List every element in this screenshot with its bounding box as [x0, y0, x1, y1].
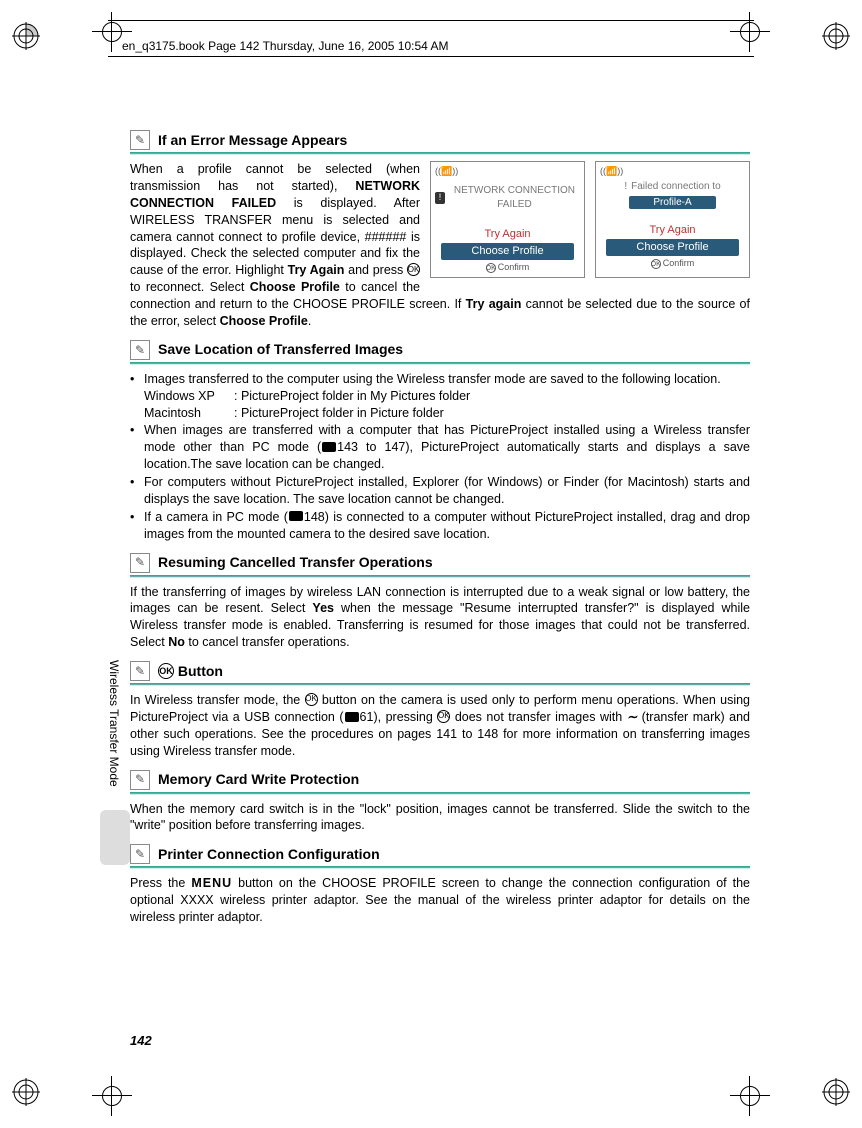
warning-icon: ! — [435, 192, 445, 204]
ok-icon: OK — [158, 663, 174, 679]
signal-icon: ((📶)) — [600, 165, 623, 177]
running-header: en_q3175.book Page 142 Thursday, June 16… — [122, 38, 448, 54]
note-icon: ✎ — [130, 553, 150, 573]
section-heading: ✎ Printer Connection Configuration — [130, 844, 750, 864]
lcd-choose-profile: Choose Profile — [606, 239, 739, 256]
section-heading: ✎ Memory Card Write Protection — [130, 770, 750, 790]
body-paragraph: In Wireless transfer mode, the OK button… — [130, 692, 750, 760]
registration-mark — [12, 1078, 40, 1106]
list-item: If a camera in PC mode (148) is connecte… — [130, 509, 750, 543]
registration-mark — [822, 1078, 850, 1106]
section-rule — [130, 362, 750, 365]
note-icon: ✎ — [130, 130, 150, 150]
crop-crosshair — [730, 1076, 770, 1116]
ok-icon: OK — [651, 259, 661, 269]
lcd-message: Failed connection to — [631, 180, 721, 194]
section-title: Resuming Cancelled Transfer Operations — [158, 553, 433, 572]
list-item: Images transferred to the computer using… — [130, 371, 750, 422]
bullet-list: Images transferred to the computer using… — [130, 371, 750, 543]
side-tab — [100, 810, 130, 865]
lcd-message: NETWORK CONNECTION FAILED — [449, 184, 580, 211]
list-item: When images are transferred with a compu… — [130, 422, 750, 473]
section-rule — [130, 152, 750, 155]
section-heading: ✎ Resuming Cancelled Transfer Operations — [130, 553, 750, 573]
header-rule — [108, 56, 754, 57]
crop-crosshair — [92, 1076, 132, 1116]
ok-icon: OK — [437, 710, 450, 723]
section-rule — [130, 792, 750, 795]
warning-icon: ! — [624, 180, 627, 194]
list-item: For computers without PictureProject ins… — [130, 474, 750, 508]
header-rule — [108, 20, 754, 21]
section-rule — [130, 866, 750, 869]
lcd-screenshots: ((📶)) ! NETWORK CONNECTION FAILED Try Aga… — [430, 161, 750, 278]
lcd-confirm: OKConfirm — [431, 261, 584, 276]
ok-icon: OK — [305, 693, 318, 706]
page-ref-icon — [289, 511, 303, 521]
lcd-screen-2: ((📶)) ! Failed connection to Profile-A Tr… — [595, 161, 750, 278]
section-title: Save Location of Transferred Images — [158, 340, 403, 359]
page-ref-icon — [322, 442, 336, 452]
section-title: Memory Card Write Protection — [158, 770, 359, 789]
transfer-mark-icon: ∼ — [627, 710, 637, 724]
section-rule — [130, 575, 750, 578]
body-paragraph: Press the MENU button on the CHOOSE PROF… — [130, 875, 750, 926]
lcd-try-again: Try Again — [431, 221, 584, 242]
menu-button-label: MENU — [191, 875, 232, 892]
ok-icon: OK — [486, 263, 496, 273]
lcd-choose-profile: Choose Profile — [441, 243, 574, 260]
lcd-confirm: OKConfirm — [596, 257, 749, 272]
signal-icon: ((📶)) — [435, 165, 458, 177]
side-tab-label: Wireless Transfer Mode — [106, 660, 122, 787]
crop-crosshair — [730, 12, 770, 52]
section-title: If an Error Message Appears — [158, 131, 347, 150]
lcd-screen-1: ((📶)) ! NETWORK CONNECTION FAILED Try Aga… — [430, 161, 585, 278]
ok-icon: OK — [407, 263, 420, 276]
section-title: Printer Connection Configuration — [158, 845, 380, 864]
registration-mark — [12, 22, 40, 50]
body-paragraph: If the transferring of images by wireles… — [130, 584, 750, 652]
section-heading: ✎ OK Button — [130, 661, 750, 681]
section-heading: ✎ If an Error Message Appears — [130, 130, 750, 150]
section-rule — [130, 683, 750, 686]
note-icon: ✎ — [130, 661, 150, 681]
lcd-try-again: Try Again — [596, 217, 749, 238]
lcd-profile-name: Profile-A — [629, 196, 715, 209]
section-title: OK Button — [158, 662, 223, 681]
body-paragraph: When the memory card switch is in the "l… — [130, 801, 750, 835]
section-heading: ✎ Save Location of Transferred Images — [130, 340, 750, 360]
registration-mark — [822, 22, 850, 50]
page-number: 142 — [130, 1032, 152, 1050]
note-icon: ✎ — [130, 770, 150, 790]
page-ref-icon — [345, 712, 359, 722]
note-icon: ✎ — [130, 340, 150, 360]
note-icon: ✎ — [130, 844, 150, 864]
page-content: ✎ If an Error Message Appears ((📶)) ! NET… — [130, 120, 750, 926]
